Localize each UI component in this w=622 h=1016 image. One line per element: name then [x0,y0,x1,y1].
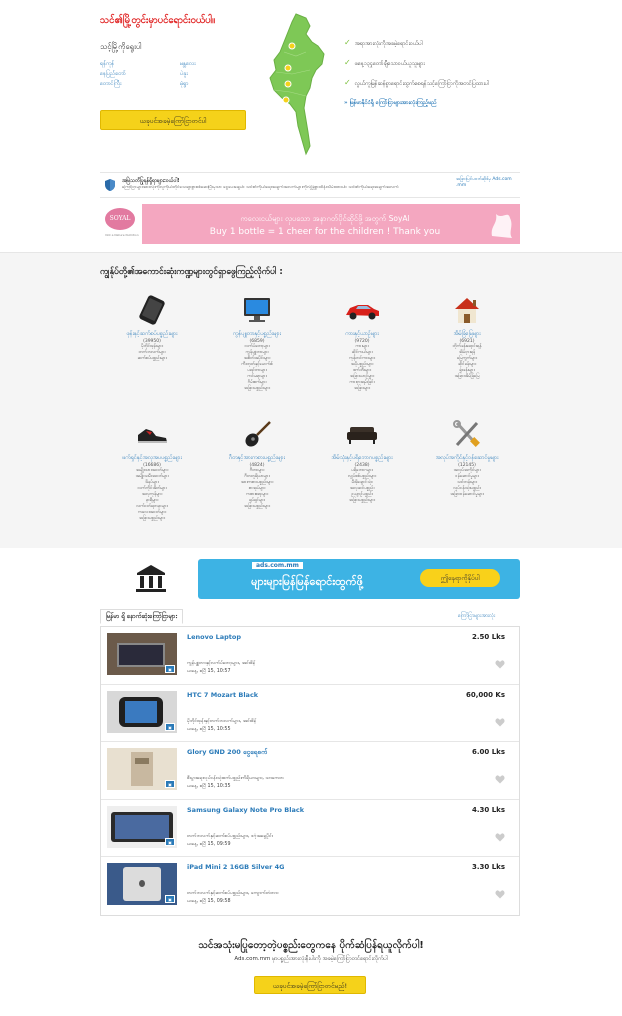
list-item[interactable]: ▣ iPad Mini 2 16GB Silver 4G 3.30 Lks တက… [101,857,519,915]
all-ads-link[interactable]: ကြော်ငြာများအားလုံး [458,613,495,620]
listing-price: 2.50 Lks [472,633,505,641]
shoe-icon [138,429,167,443]
category-music-sports[interactable]: ဂီတနှင့်အားကစားပစ္စည်းများ (4824) ဂီတာမျ… [202,419,312,510]
house-icon [455,298,479,323]
myanmar-map[interactable] [266,12,330,156]
post-ad-button[interactable]: ယခုပင်အခမဲ့ကြော်ငြာတင်ပါ [100,110,246,130]
latest-ads-list: ▣ Lenovo Laptop 2.50 Lks ကွန်ပျူတာနှင့်လ… [100,626,520,916]
categories-heading: ကျွန်ုပ်တို့၏အကောင်းဆုံးကဏ္ဍများတွင်ရှာဖ… [100,267,283,277]
sofa-icon [347,427,377,444]
listing-title[interactable]: iPad Mini 2 16GB Silver 4G [187,863,284,871]
listing-time: ယနေ့, ဧပြီ 15, 10:55 [187,726,231,732]
listing-category: မိုဘိုင်းဖုန်းနှင့်တက်ဘလက်များ, အင်းစိန် [187,718,257,724]
checkmark-icon: ✓ [344,58,351,67]
favorite-heart-icon[interactable] [495,775,505,784]
ads-logo: ads.com.mm [252,562,303,569]
city-link-monywa[interactable]: မုံရွာ [180,80,189,88]
category-real-estate[interactable]: အိမ်ခြံမြေများ (6921) တိုက်ခန်းရောင်းရန်… [412,295,522,380]
listing-time: ယနေ့, ဧပြီ 15, 09:59 [187,841,231,847]
soyal-logo: SOYAL Not a Nature Nutrition [100,204,142,244]
category-jobs-services[interactable]: အလုပ်အကိုင်နှင့်ဝန်ဆောင်မှုများ (12145) … [412,419,522,498]
tools-icon [453,420,480,447]
computer-icon [244,298,270,322]
categories-section: ကျွန်ုပ်တို့၏အကောင်းဆုံးကဏ္ဍများတွင်ရှာဖ… [0,252,622,548]
favorite-heart-icon[interactable] [495,832,505,842]
listing-category: ကွန်ပျူတာနှင့်လက်ပ်တော့များ, အင်းစိန် [187,661,256,666]
city-link-yangon[interactable]: ရန်ကုန် [100,60,114,68]
latest-ads-tab[interactable]: မြန်မာ ရှိ နောက်ဆုံးကြော်ငြာများ [100,609,183,624]
map-pin-icon [288,42,296,50]
category-computers[interactable]: ကွန်ပျူတာနှင့်ပစ္စည်းများ (6859) လက်ပ်တေ… [202,295,312,392]
listing-title[interactable]: HTC 7 Mozart Black [187,691,258,699]
listing-title[interactable]: Glory GND 200 ငွေရေစက် [187,748,267,758]
listing-time: ယနေ့, ဧပြီ 15, 10:57 [187,669,231,674]
ads-banner-button[interactable]: ဤနေရာကိုနှိပ်ပါ [420,569,500,587]
notice-side-link[interactable]: အခြားပြင်ပဝဘ်ဆိုဒ်မှ Ads.com .mm [456,177,516,188]
map-pin-icon [284,80,292,88]
photo-count-icon: ▣ [165,780,175,788]
category-fashion[interactable]: ဖက်ရှင်နှင့်အလှအပပစ္စည်းများ (16686) အမျ… [97,419,207,522]
footer-post-ad-button[interactable]: ယခုပင်အခမဲ့ကြော်ငြာတင်မည်! [254,976,366,994]
guitar-icon [245,421,271,447]
category-vehicles[interactable]: ကားနှင့်ယာဉ်များ (9720) ကားများ ဆိုင်ကယ်… [307,295,417,392]
city-link-mandalay[interactable]: မန္တလေး [180,60,196,68]
photo-count-icon: ▣ [165,837,175,846]
listing-category: စီးပွားရေးလုပ်ငန်းသုံးစက်ပစ္စည်းကိရိယာမျ… [187,776,284,781]
favorite-heart-icon[interactable] [495,717,505,727]
notice-title: အမြဲသတိပြုရန်ရှိရာများ:ဝယ်ပါ! [122,178,180,184]
city-link-taunggyi[interactable]: တောင်ကြီး [100,80,121,88]
listing-price: 3.30 Lks [472,863,505,871]
safety-notice: အမြဲသတိပြုရန်ရှိရာများ:ဝယ်ပါ! ကြော်ငြာမျ… [100,172,520,198]
banner-line-2: Buy 1 bottle = 1 cheer for the children … [209,227,441,237]
checkmark-icon: ✓ [344,78,351,87]
map-pin-icon [282,96,290,104]
photo-count-icon: ▣ [165,722,175,731]
footer-subtitle: Ads.com.mm မှာပစ္စည်းအားလုံးနီးပါးကို အခ… [234,956,388,962]
feature-item: ✓ အရာအားလုံးကိုအခမဲ့ရောင်းဝယ်ပါ [344,38,423,47]
listing-title[interactable]: Lenovo Laptop [187,633,241,641]
city-link-bago[interactable]: ပဲခူး [180,70,188,78]
listing-time: ယနေ့, ဧပြီ 15, 09:58 [187,899,231,904]
category-home-furniture[interactable]: အိမ်သုံးနှင့်ပရိဘောဂပစ္စည်းများ (2438) ပ… [307,419,417,504]
listing-time: ယနေ့, ဧပြီ 15, 10:35 [187,784,231,789]
phone-icon [139,295,165,325]
category-phones[interactable]: ဖုန်းနှင့်ဆက်စပ်ပစ္စည်းများ (39950) မိုဘ… [97,295,207,362]
view-all-ads-link[interactable]: » မြန်မာနိုင်ငံရှိ ကြော်ငြာများအားလုံးကြ… [344,99,437,107]
city-link-naypyidaw[interactable]: နေပြည်တော် [100,70,126,78]
list-item[interactable]: ▣ Glory GND 200 ငွေရေစက် 6.00 Lks စီးပွာ… [101,742,519,800]
banner-line-1: ကလေးငယ်များ လှပသော အနာဂတ်ပိုင်ဆိုင်ဖို့ … [240,214,410,223]
checkmark-icon: ✓ [344,38,351,47]
photo-count-icon: ▣ [165,895,175,903]
listing-category: တက်ဘလက်နှင့်ဆက်စပ်ပစ္စည်းများ, ကျောက်တံတ… [187,891,279,896]
listing-title[interactable]: Samsung Galaxy Note Pro Black [187,806,304,814]
favorite-heart-icon[interactable] [495,890,505,899]
feature-item: ✓ ဖနေ့၁၃၄ုတော်ချီသောဝယ်ယူသူများ [344,58,425,67]
milk-splash-icon [491,214,512,238]
city-select-label: သင့်မြို့ကိုရွေးပါ [100,42,142,51]
notice-body: ကြော်ငြာများအားလုံးကိုလူကိုယ်တိုင်သေချာစ… [122,185,399,190]
list-item[interactable]: ▣ HTC 7 Mozart Black 60,000 Ks မိုဘိုင်း… [101,685,519,742]
photo-count-icon: ▣ [165,665,175,673]
bank-icon [136,565,166,592]
listing-category: တက်ဘလက်နှင့်ဆက်စပ်ပစ္စည်းများ, ဒဂုံအရှေ့… [187,833,273,839]
footer-title: သင်အသုံးမပြုတော့တဲ့ပစ္စည်းတွေကနေ ပိုက်ဆံ… [198,940,424,951]
list-item[interactable]: ▣ Samsung Galaxy Note Pro Black 4.30 Lks… [101,800,519,857]
listing-price: 60,000 Ks [465,690,505,699]
shield-icon [105,179,115,191]
listing-price: 6.00 Lks [472,748,505,756]
soyal-banner[interactable]: SOYAL Not a Nature Nutrition ကလေးငယ်များ… [100,204,520,244]
ads-banner-text: များများမြန်မြန်ရောင်းထွက်ဖို့ [251,575,363,588]
hero-title: သင်၏မြို့တွင်းမှာပင်ရောင်းဝယ်ပါ။ [100,15,216,26]
favorite-heart-icon[interactable] [495,660,505,669]
list-item[interactable]: ▣ Lenovo Laptop 2.50 Lks ကွန်ပျူတာနှင့်လ… [101,627,519,685]
car-icon [346,305,379,320]
ads-promo-banner[interactable]: ads.com.mm များများမြန်မြန်ရောင်းထွက်ဖို… [198,559,520,599]
map-pin-icon [284,64,292,72]
listing-price: 4.30 Lks [472,805,505,814]
feature-item: ✓ လွယ်ကူမြန်ဆန်စွာရောင်းထွက်စေရန်သင့်ကြော… [344,78,489,87]
